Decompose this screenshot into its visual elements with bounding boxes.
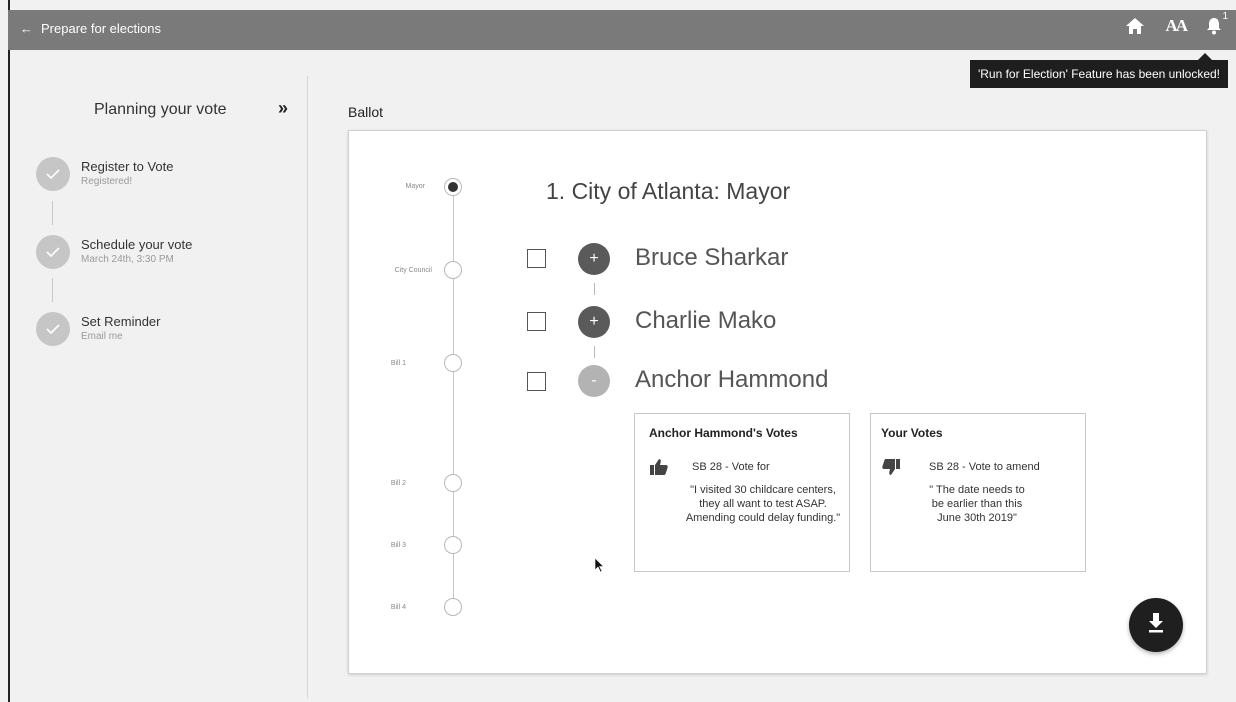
- timeline-node-bill-1[interactable]: [444, 354, 462, 372]
- candidate-name: Charlie Mako: [635, 307, 777, 334]
- check-icon: [36, 312, 70, 346]
- candidate-checkbox[interactable]: [527, 249, 546, 268]
- collapse-panel-icon[interactable]: »: [278, 98, 288, 119]
- step-title: Register to Vote: [81, 159, 174, 174]
- mouse-cursor-icon: [594, 557, 605, 578]
- candidate-name: Bruce Sharkar: [635, 244, 789, 271]
- step-connector: [52, 278, 53, 302]
- vote-bill: SB 28 - Vote to amend: [929, 461, 1040, 473]
- candidate-name: Anchor Hammond: [635, 366, 829, 393]
- download-icon: [1146, 612, 1166, 639]
- timeline-node-bill-3[interactable]: [444, 536, 462, 554]
- back-arrow-icon: ←: [20, 21, 33, 36]
- timeline-label: Mayor: [405, 183, 425, 190]
- window-border: [8, 0, 10, 702]
- step-title: Schedule your vote: [81, 237, 193, 252]
- panel-divider: [307, 76, 308, 698]
- step-title: Set Reminder: [81, 314, 161, 329]
- back-label: Prepare for elections: [41, 21, 161, 36]
- your-votes-card: Your Votes SB 28 - Vote to amend " The d…: [870, 413, 1086, 572]
- top-bar: ← Prepare for elections AA 1: [8, 10, 1236, 50]
- download-button[interactable]: [1129, 598, 1183, 652]
- candidate-checkbox[interactable]: [527, 312, 546, 331]
- candidate-votes-title: Anchor Hammond's Votes: [649, 426, 798, 440]
- timeline-label: Bill 3: [390, 542, 406, 549]
- notification-count: 1: [1222, 11, 1228, 22]
- timeline-node-bill-4[interactable]: [444, 598, 462, 616]
- check-icon: [36, 157, 70, 191]
- timeline-label: Bill 1: [390, 360, 406, 367]
- unlock-tooltip: 'Run for Election' Feature has been unlo…: [969, 53, 1228, 88]
- candidate-votes-card: Anchor Hammond's Votes SB 28 - Vote for …: [634, 413, 850, 572]
- timeline-node-city-council[interactable]: [444, 261, 462, 279]
- notifications-button[interactable]: 1: [1206, 11, 1228, 35]
- ballot-card: [348, 130, 1207, 674]
- text-size-icon[interactable]: AA: [1165, 16, 1188, 36]
- step-subtitle: Registered!: [81, 176, 133, 187]
- step-schedule[interactable]: Schedule your vote March 24th, 3:30 PM: [36, 235, 192, 269]
- ballot-label: Ballot: [348, 104, 384, 120]
- collapse-candidate-button[interactable]: -: [578, 365, 610, 397]
- home-icon[interactable]: [1125, 17, 1145, 35]
- back-button[interactable]: ← Prepare for elections: [20, 21, 161, 36]
- bell-icon: [1206, 17, 1222, 35]
- step-register[interactable]: Register to Vote Registered!: [36, 157, 174, 191]
- timeline-node-bill-2[interactable]: [444, 474, 462, 492]
- timeline-label: Bill 4: [390, 604, 406, 611]
- step-subtitle: Email me: [81, 331, 123, 342]
- step-connector: [52, 201, 53, 225]
- vote-quote: "I visited 30 childcare centers, they al…: [685, 484, 841, 524]
- expand-candidate-button[interactable]: +: [578, 243, 610, 275]
- candidate-connector: [594, 283, 595, 295]
- vote-bill: SB 28 - Vote for: [692, 461, 770, 473]
- check-icon: [36, 235, 70, 269]
- candidate-connector: [594, 346, 595, 358]
- step-subtitle: March 24th, 3:30 PM: [81, 254, 174, 265]
- thumbs-up-icon: [649, 458, 669, 481]
- planning-title: Planning your vote: [94, 101, 227, 118]
- race-title: 1. City of Atlanta: Mayor: [546, 178, 791, 204]
- your-votes-title: Your Votes: [881, 426, 943, 440]
- step-reminder[interactable]: Set Reminder Email me: [36, 312, 160, 346]
- top-icons: AA 1: [1125, 11, 1228, 36]
- vote-quote: " The date needs to be earlier than this…: [929, 484, 1025, 524]
- candidate-checkbox[interactable]: [527, 372, 546, 391]
- timeline-node-mayor[interactable]: [444, 178, 462, 196]
- thumbs-down-icon: [881, 458, 901, 481]
- timeline-label: City Council: [394, 267, 432, 274]
- expand-candidate-button[interactable]: +: [578, 306, 610, 338]
- timeline-label: Bill 2: [390, 480, 406, 487]
